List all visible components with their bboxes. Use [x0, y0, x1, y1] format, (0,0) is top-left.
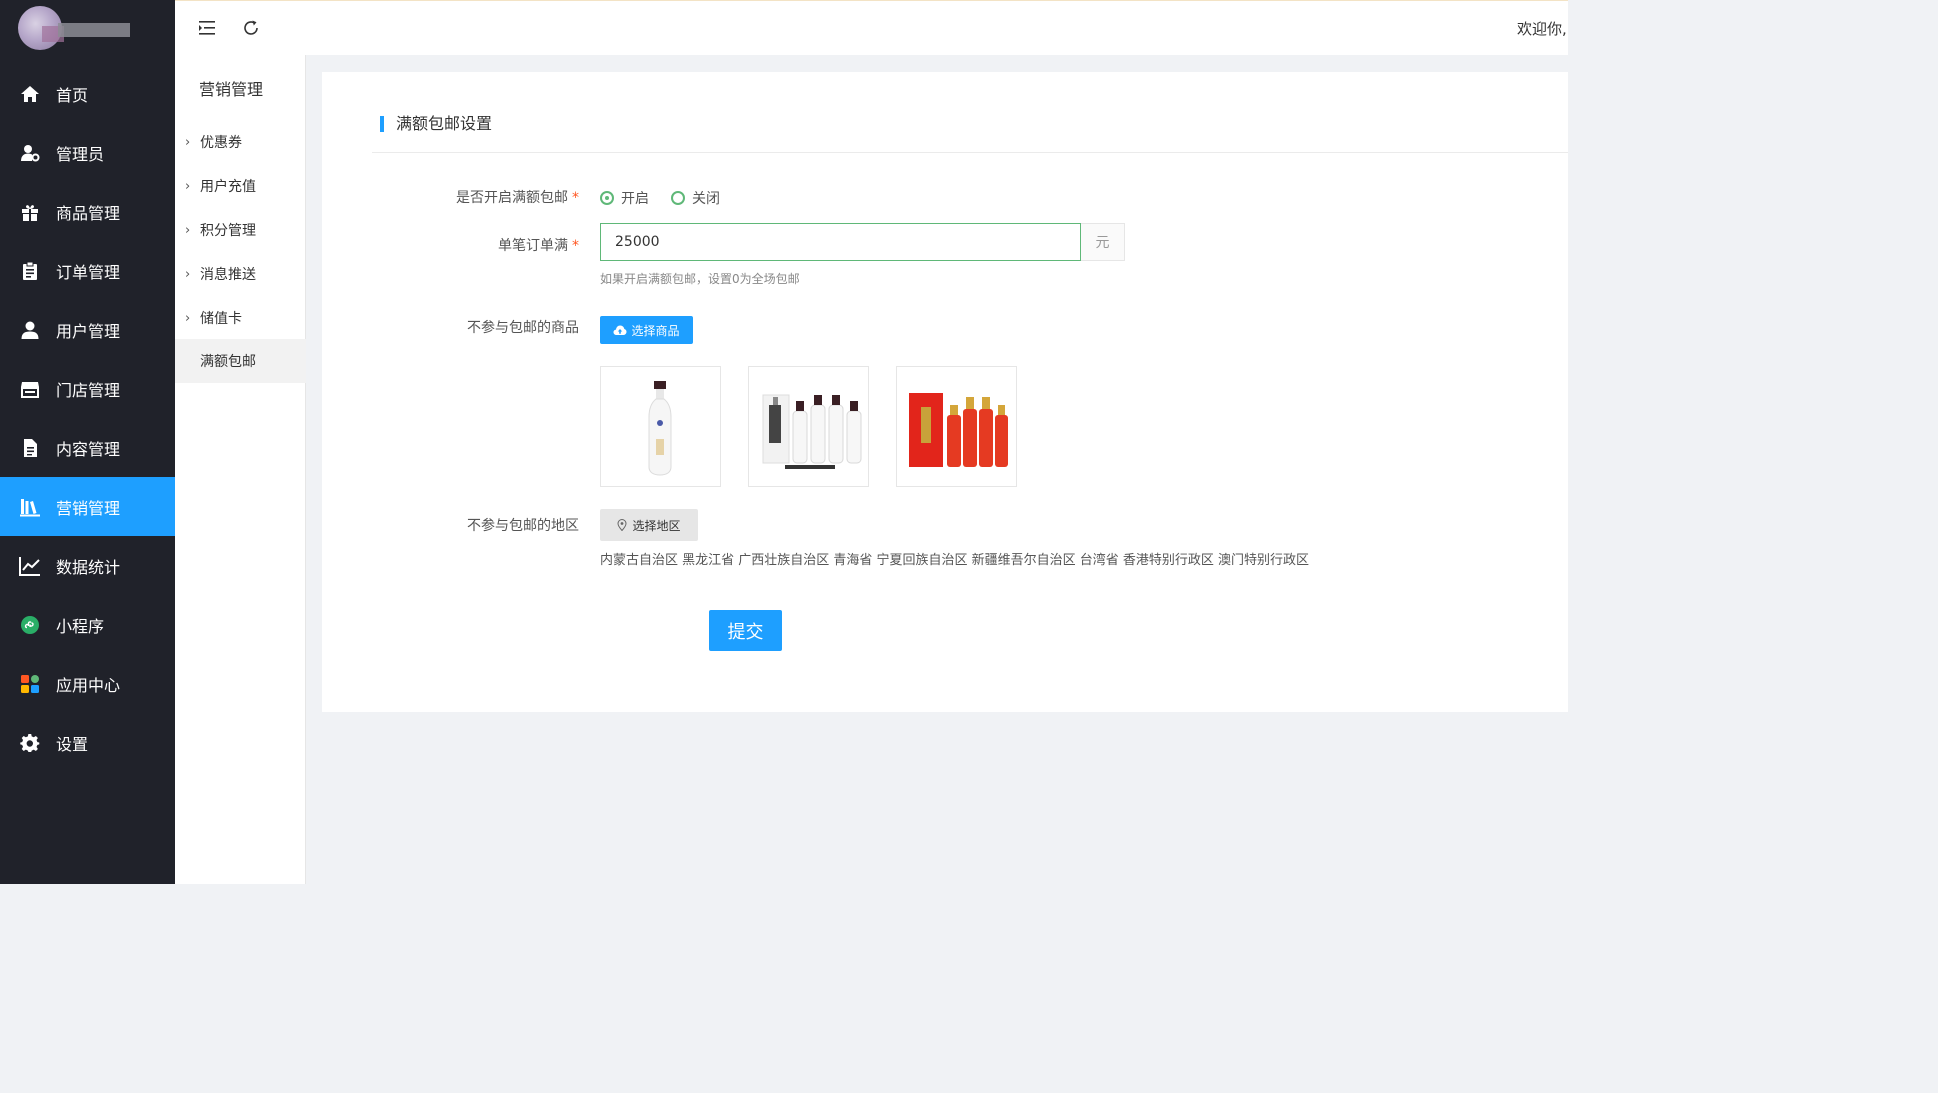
line-chart-icon	[19, 555, 41, 577]
sidebar-item-label: 管理员	[56, 144, 105, 164]
sidebar-item-label: 订单管理	[56, 262, 121, 282]
sidebar: 首页 管理员 商品管理 订单管理 用户管理 门店管理 内容管理 营销管理 数据统…	[0, 0, 175, 884]
divider	[372, 152, 1568, 153]
subnav-item-label: 满额包邮	[200, 354, 256, 370]
mini-program-icon	[19, 614, 41, 636]
radio-checked-icon	[600, 191, 614, 205]
chevron-right-icon: ›	[185, 178, 191, 194]
enable-label: 是否开启满额包邮 *	[322, 187, 579, 207]
subnav-item-points[interactable]: › 积分管理	[175, 208, 306, 252]
admin-user-icon	[19, 142, 41, 164]
subnav-item-label: 消息推送	[200, 267, 256, 283]
sidebar-item-label: 营销管理	[56, 498, 121, 518]
sidebar-item-home[interactable]: 首页	[0, 64, 175, 123]
books-icon	[19, 496, 41, 518]
select-goods-label: 选择商品	[631, 323, 680, 338]
select-region-label: 选择地区	[632, 518, 681, 533]
sidebar-item-label: 小程序	[56, 616, 105, 636]
subnav-item-label: 用户充值	[200, 179, 256, 195]
radio-enable[interactable]: 开启	[600, 188, 649, 208]
radio-enable-label: 开启	[621, 191, 649, 207]
sidebar-item-label: 应用中心	[56, 675, 121, 695]
home-icon	[19, 83, 41, 105]
sidebar-item-label: 用户管理	[56, 321, 121, 341]
top-bar: 欢迎你,	[175, 0, 1568, 55]
select-region-button[interactable]: 选择地区	[600, 509, 698, 541]
location-pin-icon	[617, 519, 627, 531]
excluded-goods-label: 不参与包邮的商品	[467, 320, 579, 336]
refresh-icon[interactable]	[240, 17, 262, 39]
subnav-item-free-shipping[interactable]: 满额包邮	[175, 339, 306, 383]
sidebar-item-stores[interactable]: 门店管理	[0, 359, 175, 418]
cloud-upload-icon	[613, 324, 627, 336]
radio-disable-label: 关闭	[692, 191, 720, 207]
subnav-item-label: 优惠券	[200, 135, 242, 151]
subnav-item-stored-card[interactable]: › 储值卡	[175, 296, 306, 340]
user-icon	[19, 319, 41, 341]
sidebar-item-label: 商品管理	[56, 203, 121, 223]
sidebar-item-orders[interactable]: 订单管理	[0, 241, 175, 300]
document-icon	[19, 437, 41, 459]
sidebar-item-settings[interactable]: 设置	[0, 713, 175, 772]
excluded-region-label: 不参与包邮的地区	[467, 518, 579, 534]
sidebar-item-goods[interactable]: 商品管理	[0, 182, 175, 241]
gift-icon	[19, 201, 41, 223]
white-bottle-image	[648, 381, 672, 476]
subnav-title: 营销管理	[199, 80, 264, 99]
subnav-item-label: 储值卡	[200, 311, 242, 327]
logo	[18, 6, 133, 54]
store-icon	[19, 378, 41, 400]
currency-suffix: 元	[1081, 223, 1125, 261]
submit-button[interactable]: 提交	[709, 610, 782, 651]
sidebar-item-content[interactable]: 内容管理	[0, 418, 175, 477]
sidebar-item-admin[interactable]: 管理员	[0, 123, 175, 182]
radio-disable[interactable]: 关闭	[671, 188, 720, 208]
required-mark: *	[572, 238, 579, 254]
main-content: 满额包邮设置 是否开启满额包邮* 开启 关闭 单笔订单满* 元 如果开启满额包邮…	[322, 72, 1568, 712]
subnav-item-coupon[interactable]: › 优惠券	[175, 120, 306, 164]
product-thumbnail[interactable]	[600, 366, 721, 487]
threshold-hint: 如果开启满额包邮，设置0为全场包邮	[600, 272, 800, 286]
enable-label-text: 是否开启满额包邮	[456, 190, 568, 206]
threshold-label: 单笔订单满 *	[322, 235, 579, 255]
menu-collapse-icon[interactable]	[197, 17, 219, 39]
chevron-right-icon: ›	[185, 134, 191, 150]
clipboard-icon	[19, 260, 41, 282]
product-thumbnail[interactable]	[748, 366, 869, 487]
subnav-item-recharge[interactable]: › 用户充值	[175, 164, 306, 208]
product-thumbnail[interactable]	[896, 366, 1017, 487]
sidebar-item-label: 内容管理	[56, 439, 121, 459]
sidebar-item-statistics[interactable]: 数据统计	[0, 536, 175, 595]
chevron-right-icon: ›	[185, 222, 191, 238]
threshold-input[interactable]	[601, 224, 1080, 260]
required-mark: *	[572, 190, 579, 206]
sidebar-item-miniprogram[interactable]: 小程序	[0, 595, 175, 654]
sidebar-item-label: 门店管理	[56, 380, 121, 400]
red-bottle-set-image	[909, 393, 1008, 467]
bottle-set-image	[762, 394, 862, 469]
sidebar-item-app-center[interactable]: 应用中心	[0, 654, 175, 713]
sub-nav: 营销管理 › 优惠券 › 用户充值 › 积分管理 › 消息推送 › 储值卡 满额…	[175, 55, 306, 884]
gear-icon	[19, 732, 41, 754]
chevron-right-icon: ›	[185, 310, 191, 326]
sidebar-nav: 首页 管理员 商品管理 订单管理 用户管理 门店管理 内容管理 营销管理 数据统…	[0, 64, 175, 772]
radio-unchecked-icon	[671, 191, 685, 205]
chevron-right-icon: ›	[185, 266, 191, 282]
sidebar-item-label: 数据统计	[56, 557, 121, 577]
section-title: 满额包邮设置	[380, 116, 492, 132]
subnav-item-label: 积分管理	[200, 223, 256, 239]
threshold-input-wrapper	[600, 223, 1081, 261]
excluded-regions-list: 内蒙古自治区 黑龙江省 广西壮族自治区 青海省 宁夏回族自治区 新疆维吾尔自治区…	[600, 553, 1310, 568]
sidebar-item-label: 首页	[56, 85, 89, 105]
sidebar-item-users[interactable]: 用户管理	[0, 300, 175, 359]
sidebar-item-label: 设置	[56, 734, 89, 754]
threshold-label-text: 单笔订单满	[498, 238, 568, 254]
select-goods-button[interactable]: 选择商品	[600, 316, 693, 344]
app-grid-icon	[19, 673, 41, 695]
sidebar-item-marketing[interactable]: 营销管理	[0, 477, 175, 536]
subnav-item-push[interactable]: › 消息推送	[175, 252, 306, 296]
welcome-text: 欢迎你,	[1517, 20, 1567, 38]
